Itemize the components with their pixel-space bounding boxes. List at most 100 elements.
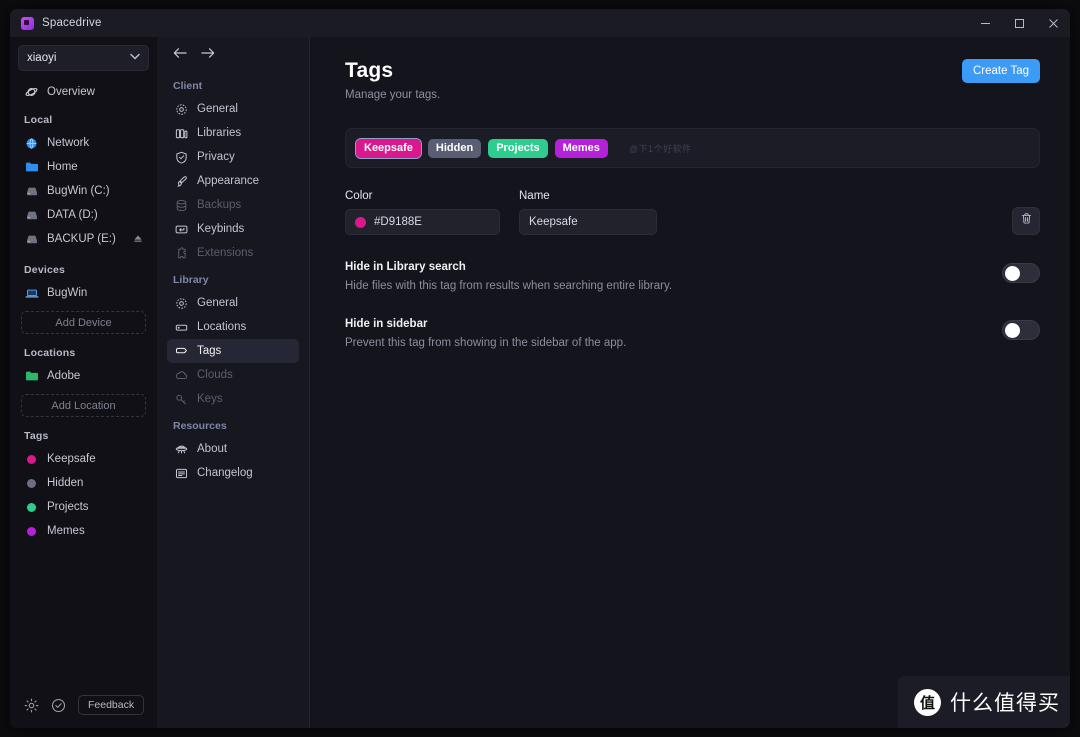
sidebar-item-bugwin-c[interactable]: BugWin (C:): [18, 179, 149, 203]
sidebar-item-home[interactable]: Home: [18, 155, 149, 179]
settings-item-label: Locations: [197, 321, 247, 333]
settings-item-changelog[interactable]: Changelog: [167, 461, 299, 485]
nav-arrows: [167, 37, 299, 71]
folder-icon: [24, 370, 39, 382]
add-device-button[interactable]: Add Device: [21, 311, 146, 334]
sidebar-tag-projects[interactable]: Projects: [18, 495, 149, 519]
sidebar-tag-memes[interactable]: Memes: [18, 519, 149, 543]
sidebar-item-adobe[interactable]: Adobe: [18, 364, 149, 388]
settings-group-title-client: Client: [173, 80, 203, 92]
planet-icon: [24, 86, 39, 99]
sidebar-item-network[interactable]: Network: [18, 131, 149, 155]
arrow-right-icon[interactable]: [201, 47, 215, 61]
color-input-value: #D9188E: [374, 216, 422, 228]
color-input[interactable]: #D9188E: [345, 209, 500, 235]
folder-icon: [24, 161, 39, 173]
check-circle-icon[interactable]: [51, 698, 66, 713]
sidebar-section-title-devices: Devices: [24, 264, 66, 276]
add-location-button[interactable]: Add Location: [21, 394, 146, 417]
sidebar-tag-hidden[interactable]: Hidden: [18, 471, 149, 495]
settings-item-libraries[interactable]: Libraries: [167, 121, 299, 145]
settings-item-label: General: [197, 297, 238, 309]
color-swatch-icon[interactable]: [355, 216, 366, 228]
sidebar-section-title-local: Local: [24, 114, 53, 126]
settings-item-about[interactable]: About: [167, 437, 299, 461]
hide-in-sidebar-toggle[interactable]: [1002, 320, 1040, 340]
setting-description: Hide files with this tag from results wh…: [345, 280, 673, 292]
arrow-left-icon[interactable]: [173, 47, 187, 61]
sidebar-item-label: Memes: [47, 525, 85, 537]
sidebar-item-data-d[interactable]: DATA (D:): [18, 203, 149, 227]
settings-item-label: About: [197, 443, 228, 455]
dot-icon: [24, 478, 39, 488]
drive-icon: [24, 234, 39, 245]
chevron-down-icon: [130, 53, 140, 63]
cloud-icon: [174, 369, 188, 382]
settings-nav: Client General Libraries Privacy Appeara…: [157, 37, 310, 728]
eject-icon[interactable]: [133, 234, 143, 245]
left-sidebar: xiaoyi Overview Local Network Home BugWi…: [10, 37, 157, 728]
settings-item-library-general[interactable]: General: [167, 291, 299, 315]
delete-tag-button[interactable]: [1012, 207, 1040, 235]
settings-item-label: Privacy: [197, 151, 235, 163]
close-icon[interactable]: [1036, 9, 1070, 37]
main-content: Tags Manage your tags. Create Tag Keepsa…: [310, 37, 1070, 728]
name-input-value: Keepsafe: [529, 216, 578, 228]
feedback-button[interactable]: Feedback: [78, 695, 145, 715]
settings-item-label: Libraries: [197, 127, 242, 139]
name-field-group: Name Keepsafe: [519, 190, 657, 235]
name-input[interactable]: Keepsafe: [519, 209, 657, 235]
color-field-group: Color #D9188E: [345, 190, 500, 235]
tag-pill-hidden[interactable]: Hidden: [427, 138, 482, 158]
settings-group-title-library: Library: [173, 274, 209, 286]
sidebar-footer: Feedback: [18, 686, 149, 728]
page-header-texts: Tags Manage your tags.: [345, 59, 440, 101]
library-selector[interactable]: xiaoyi: [18, 45, 149, 71]
settings-item-label: Keybinds: [197, 223, 245, 235]
paintbrush-icon: [174, 175, 188, 188]
sidebar-item-label: Adobe: [47, 370, 81, 382]
tag-pill-projects[interactable]: Projects: [488, 138, 548, 158]
trash-icon: [1020, 212, 1033, 230]
settings-item-extensions: Extensions: [167, 241, 299, 265]
sidebar-section-title-locations: Locations: [24, 347, 76, 359]
sidebar-item-label: BACKUP (E:): [47, 233, 116, 245]
tag-pill-memes[interactable]: Memes: [554, 138, 608, 158]
app-title: Spacedrive: [42, 17, 102, 29]
maximize-icon[interactable]: [1002, 9, 1036, 37]
inline-watermark: @下1个好软件: [628, 143, 692, 154]
dot-icon: [24, 526, 39, 536]
minimize-icon[interactable]: [968, 9, 1002, 37]
tag-pill-bar: Keepsafe Hidden Projects Memes @下1个好软件: [345, 128, 1040, 168]
dot-icon: [24, 502, 39, 512]
create-tag-button[interactable]: Create Tag: [961, 59, 1040, 83]
sidebar-tag-keepsafe[interactable]: Keepsafe: [18, 447, 149, 471]
sidebar-item-backup-e[interactable]: BACKUP (E:): [18, 227, 149, 251]
settings-item-client-general[interactable]: General: [167, 97, 299, 121]
setting-title: Hide in Library search: [345, 261, 466, 273]
settings-item-label: Changelog: [197, 467, 253, 479]
sidebar-item-label: Home: [47, 161, 78, 173]
settings-item-privacy[interactable]: Privacy: [167, 145, 299, 169]
settings-item-tags[interactable]: Tags: [167, 339, 299, 363]
watermark-badge: 值: [914, 688, 941, 716]
setting-title: Hide in sidebar: [345, 318, 428, 330]
corner-watermark: 值 什么值得买: [898, 676, 1070, 728]
watermark-text: 什么值得买: [950, 692, 1060, 715]
settings-item-locations[interactable]: Locations: [167, 315, 299, 339]
hide-in-library-search-toggle[interactable]: [1002, 263, 1040, 283]
gear-icon[interactable]: [24, 698, 39, 713]
tag-pill-keepsafe[interactable]: Keepsafe: [355, 137, 422, 159]
settings-item-keybinds[interactable]: Keybinds: [167, 217, 299, 241]
setting-texts: Hide in sidebar Prevent this tag from sh…: [345, 318, 1002, 349]
settings-item-appearance[interactable]: Appearance: [167, 169, 299, 193]
note-icon: [174, 467, 188, 480]
sidebar-item-bugwin-device[interactable]: BugWin: [18, 281, 149, 305]
sidebar-item-label: BugWin (C:): [47, 185, 110, 197]
books-icon: [174, 127, 188, 140]
gear-icon: [174, 103, 188, 116]
color-field-label: Color: [345, 190, 373, 202]
sidebar-item-overview[interactable]: Overview: [18, 80, 149, 104]
page-subtitle: Manage your tags.: [345, 89, 441, 101]
setting-hide-in-sidebar: Hide in sidebar Prevent this tag from sh…: [345, 318, 1040, 349]
